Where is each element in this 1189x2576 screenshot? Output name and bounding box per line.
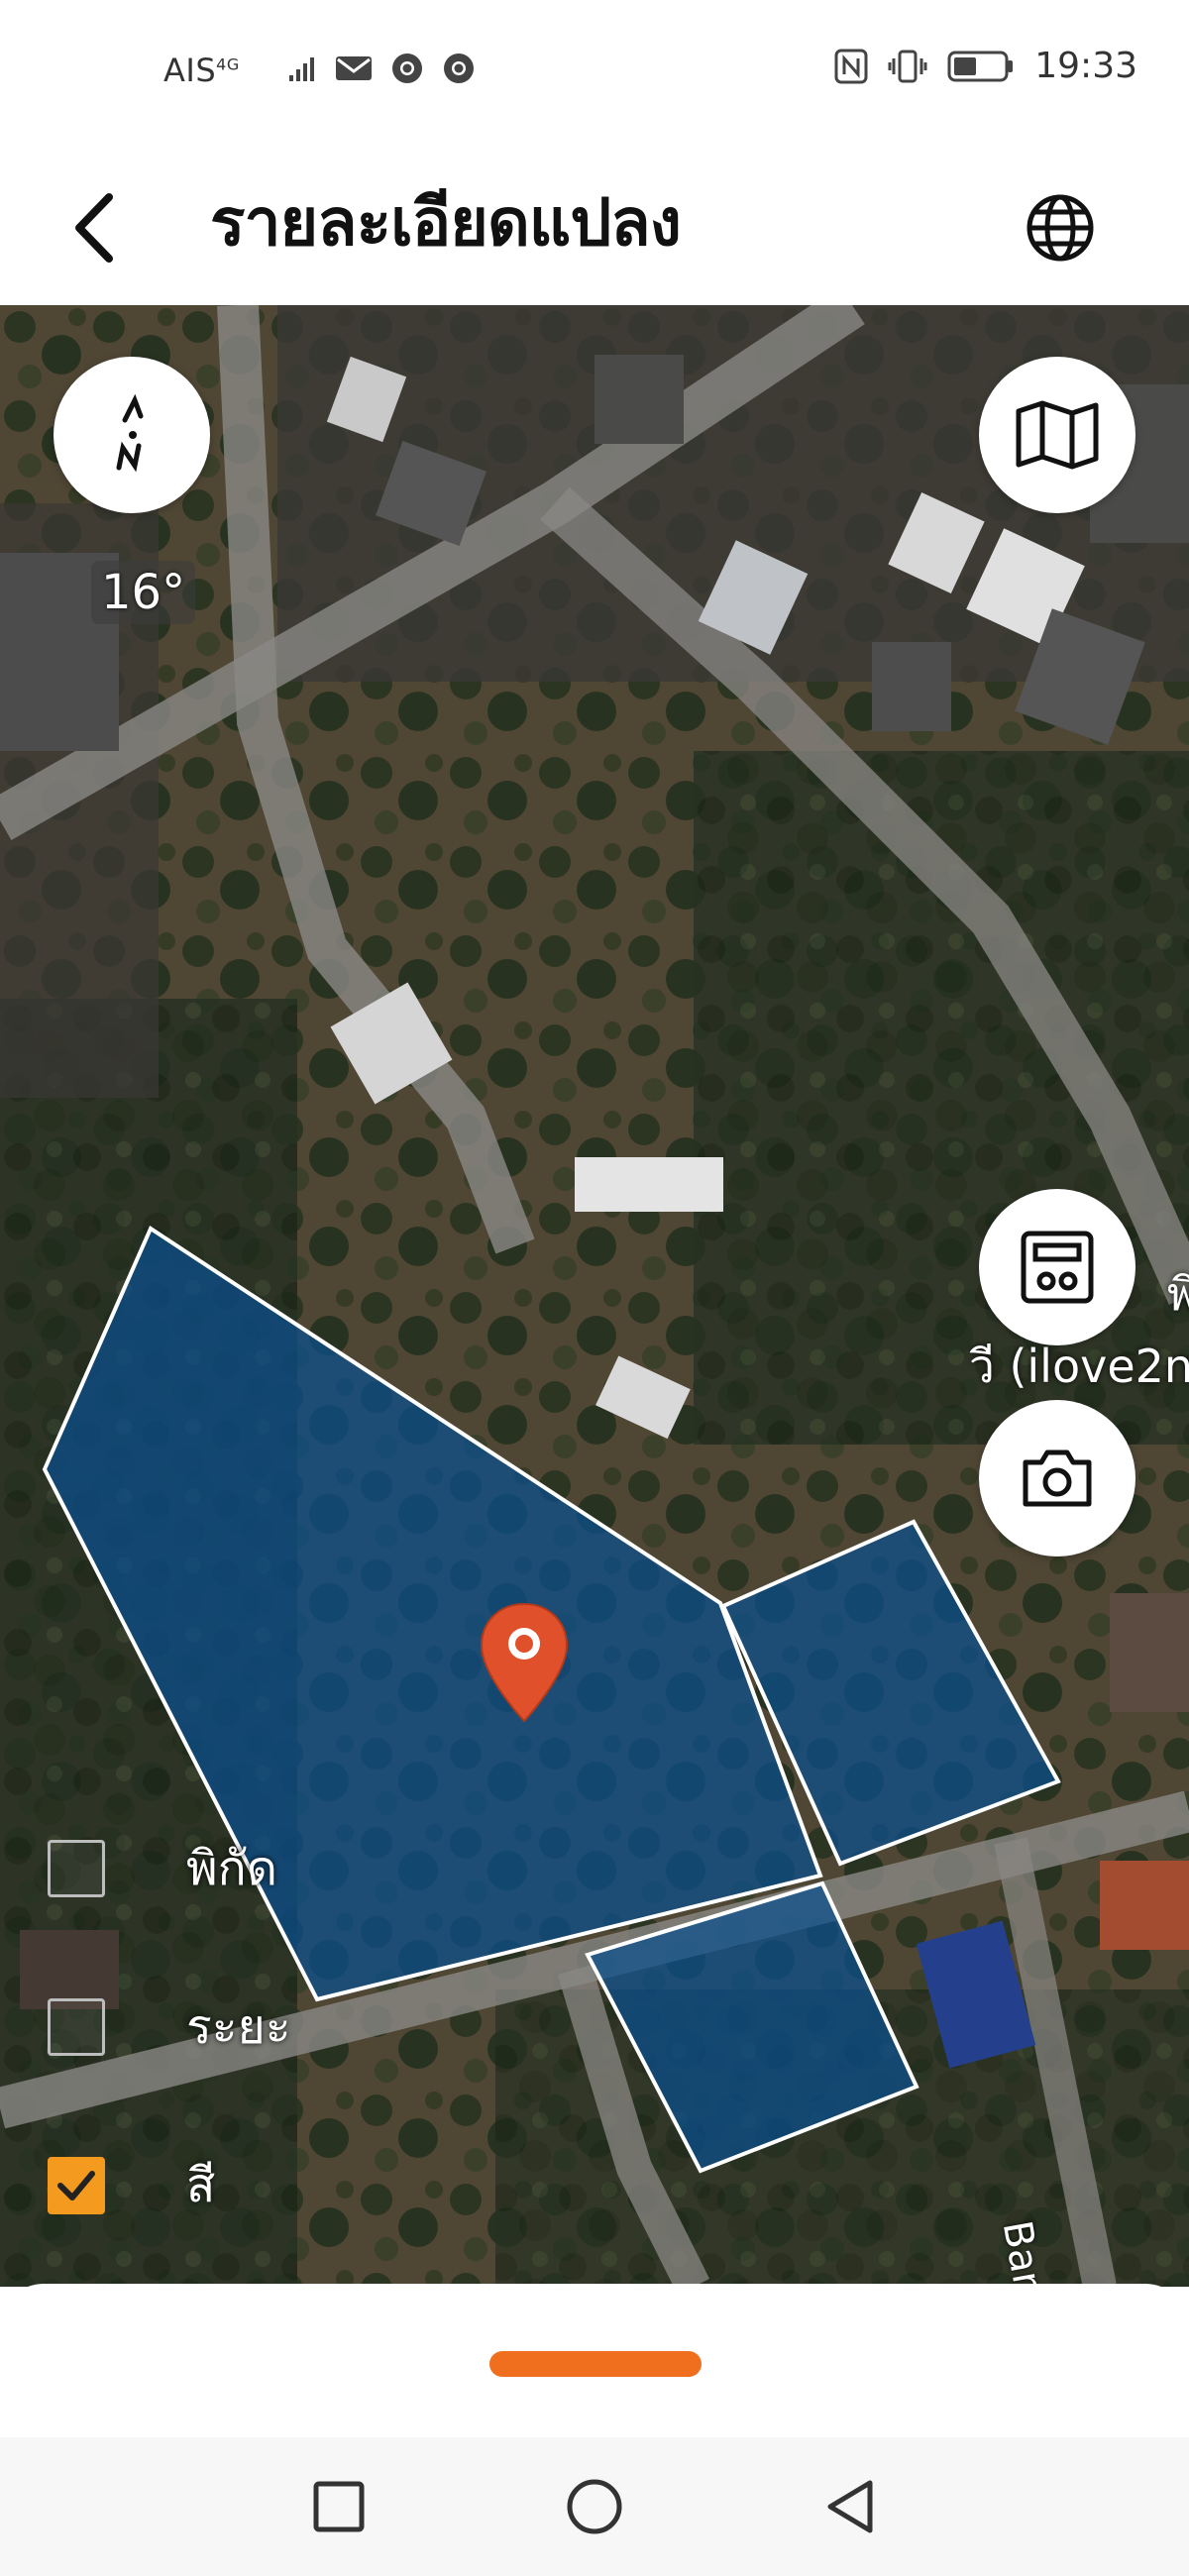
map-type-button[interactable] (979, 357, 1135, 513)
back-button[interactable] (59, 178, 129, 277)
chrome-icon (444, 54, 474, 83)
nfc-icon (834, 49, 868, 83)
triangle-back-icon (827, 2480, 873, 2533)
app-header: รายละเอียดแปลง (0, 149, 1189, 305)
option-label: ระยะ (186, 1999, 291, 2055)
coordinates-checkbox[interactable] (48, 1840, 105, 1897)
option-distance[interactable]: ระยะ (48, 1989, 290, 2065)
status-bar: AIS4G 19:33 (0, 0, 1189, 149)
area-calculator-button[interactable] (979, 1189, 1135, 1345)
option-label: สี (186, 2158, 216, 2213)
square-icon (313, 2481, 365, 2532)
compass-button[interactable] (54, 357, 210, 513)
distance-checkbox[interactable] (48, 1998, 105, 2056)
chrome-icon (392, 54, 422, 83)
calculator-icon (1021, 1231, 1094, 1304)
circle-icon (567, 2479, 622, 2534)
status-icons-left (287, 52, 476, 85)
place-label-top: พิเค (1167, 1267, 1189, 1321)
heading-readout: 16° (91, 561, 196, 624)
carrier-label: AIS4G (163, 52, 240, 89)
page-title: รายละเอียดแปลง (210, 184, 682, 261)
status-icons-right: 19:33 (834, 46, 1137, 86)
chevron-left-icon (75, 193, 113, 263)
option-label: พิกัด (186, 1841, 277, 1896)
sheet-drag-handle[interactable] (489, 2351, 702, 2377)
battery-icon (947, 51, 1014, 81)
home-button[interactable] (563, 2475, 626, 2538)
bottom-sheet[interactable] (0, 2284, 1189, 2442)
satellite-map[interactable]: 16° พิเค วี (ilove2n พิกัด ระยะ (0, 305, 1189, 2287)
signal-icon (289, 57, 314, 81)
clock: 19:33 (1034, 46, 1137, 86)
system-nav-bar (0, 2437, 1189, 2576)
map-icon (1016, 400, 1099, 470)
location-pin-icon[interactable] (478, 1600, 571, 1727)
back-nav-button[interactable] (818, 2475, 882, 2538)
option-color[interactable]: สี (48, 2148, 215, 2223)
checkmark-icon (57, 2171, 95, 2200)
camera-icon (1023, 1449, 1092, 1507)
mail-icon (336, 56, 372, 80)
language-button[interactable] (1011, 178, 1110, 277)
compass-icon (116, 393, 144, 473)
camera-button[interactable] (979, 1400, 1135, 1556)
recents-button[interactable] (307, 2475, 371, 2538)
option-coordinates[interactable]: พิกัด (48, 1831, 277, 1906)
globe-icon (1027, 194, 1094, 262)
vibrate-icon (888, 50, 927, 82)
color-checkbox[interactable] (48, 2157, 105, 2214)
